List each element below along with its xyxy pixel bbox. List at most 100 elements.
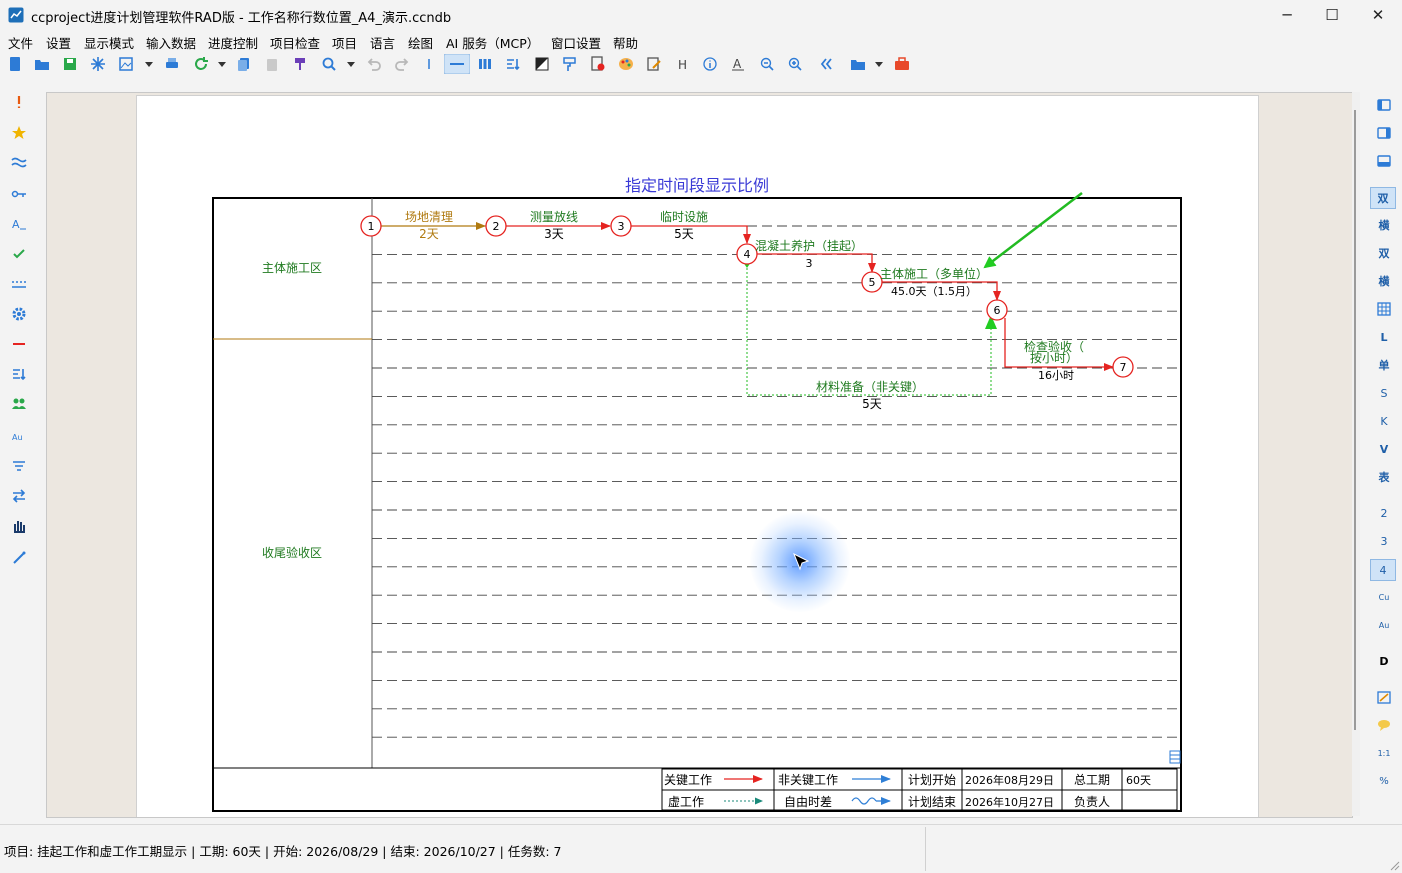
- percent-button[interactable]: %: [1376, 774, 1392, 790]
- text-a-icon[interactable]: A: [730, 56, 746, 72]
- users-icon[interactable]: [11, 396, 27, 412]
- new-file-icon[interactable]: [7, 56, 23, 72]
- zoom-out-icon[interactable]: [759, 56, 775, 72]
- horizontal-mode-green-button[interactable]: 横: [1376, 274, 1392, 290]
- double-mode-button[interactable]: 双: [1370, 187, 1396, 209]
- contrast-icon[interactable]: [534, 56, 550, 72]
- sort-list-icon[interactable]: [11, 366, 27, 382]
- toolbox-icon[interactable]: [894, 56, 910, 72]
- menu-input-data[interactable]: 输入数据: [146, 33, 196, 52]
- font-au-icon[interactable]: Au: [11, 428, 27, 444]
- info-icon[interactable]: [702, 56, 718, 72]
- dropdown-icon[interactable]: [145, 62, 153, 67]
- refresh-icon[interactable]: [193, 56, 209, 72]
- menu-settings[interactable]: 设置: [46, 33, 71, 52]
- d-button[interactable]: D: [1376, 654, 1392, 670]
- text-a-icon[interactable]: A: [11, 216, 27, 232]
- level-4-button[interactable]: 4: [1370, 559, 1396, 581]
- menu-help[interactable]: 帮助: [613, 33, 638, 52]
- document-settings-icon[interactable]: [590, 56, 606, 72]
- double-mode-green-button[interactable]: 双: [1376, 246, 1392, 262]
- paint-brush-icon[interactable]: [292, 56, 308, 72]
- panel-right-icon[interactable]: [1376, 126, 1392, 142]
- gear-icon[interactable]: [11, 306, 27, 322]
- exclamation-icon[interactable]: [11, 94, 27, 110]
- dropdown-icon[interactable]: [347, 62, 355, 67]
- columns-icon[interactable]: [477, 56, 493, 72]
- comment-icon[interactable]: [1376, 718, 1392, 734]
- node-7[interactable]: 7: [1112, 356, 1134, 378]
- horizontal-mode-button[interactable]: 横: [1376, 218, 1392, 234]
- menu-draw[interactable]: 绘图: [408, 33, 433, 52]
- cu-button[interactable]: Cu: [1376, 590, 1392, 606]
- menu-window-settings[interactable]: 窗口设置: [551, 33, 601, 52]
- l-button[interactable]: L: [1376, 330, 1392, 346]
- k-button[interactable]: K: [1376, 414, 1392, 430]
- swap-icon[interactable]: [11, 488, 27, 504]
- image-export-icon[interactable]: [118, 56, 134, 72]
- redo-icon[interactable]: [394, 56, 410, 72]
- menu-project[interactable]: 项目: [332, 33, 357, 52]
- format-painter-icon[interactable]: [562, 56, 578, 72]
- check-icon[interactable]: [11, 246, 27, 262]
- undo-icon[interactable]: [366, 56, 382, 72]
- line-mode-icon[interactable]: [444, 54, 470, 74]
- dropdown-icon[interactable]: [218, 62, 226, 67]
- node-3[interactable]: 3: [610, 215, 632, 237]
- calendar-icon[interactable]: [1376, 690, 1392, 706]
- resize-grip-icon[interactable]: [1388, 859, 1400, 871]
- paste-icon[interactable]: [264, 56, 280, 72]
- h-icon[interactable]: H: [674, 56, 690, 72]
- key-icon[interactable]: [11, 186, 27, 202]
- minimize-button[interactable]: ─: [1264, 0, 1310, 30]
- star-icon[interactable]: [11, 125, 27, 141]
- vertical-scrollbar[interactable]: [1352, 92, 1360, 816]
- menu-file[interactable]: 文件: [8, 33, 33, 52]
- dropdown-icon[interactable]: [875, 62, 883, 67]
- wave-icon[interactable]: [11, 154, 27, 170]
- dotted-line-icon[interactable]: [11, 276, 27, 292]
- menu-display-mode[interactable]: 显示模式: [84, 33, 134, 52]
- scrollbar-thumb[interactable]: [1354, 110, 1356, 730]
- palette-icon[interactable]: [618, 56, 634, 72]
- task-duration-curing: 3: [806, 257, 813, 270]
- copy-icon[interactable]: [236, 56, 252, 72]
- close-button[interactable]: ✕: [1355, 0, 1401, 30]
- open-folder-icon[interactable]: [34, 56, 50, 72]
- actual-size-button[interactable]: 1:1: [1376, 746, 1392, 762]
- hand-icon[interactable]: [11, 518, 27, 534]
- panel-left-icon[interactable]: [1376, 98, 1392, 114]
- minus-icon[interactable]: [11, 336, 27, 352]
- save-icon[interactable]: [62, 56, 78, 72]
- node-1[interactable]: 1: [360, 215, 382, 237]
- snowflake-icon[interactable]: [90, 56, 106, 72]
- panel-bottom-icon[interactable]: [1376, 154, 1392, 170]
- node-2[interactable]: 2: [485, 215, 507, 237]
- menu-progress-control[interactable]: 进度控制: [208, 33, 258, 52]
- menu-language[interactable]: 语言: [370, 33, 395, 52]
- level-2-button[interactable]: 2: [1376, 506, 1392, 522]
- v-button[interactable]: V: [1376, 442, 1392, 458]
- zoom-in-icon[interactable]: [787, 56, 803, 72]
- wand-icon[interactable]: [11, 550, 27, 566]
- cursor-icon[interactable]: [421, 56, 437, 72]
- table-button[interactable]: 表: [1376, 470, 1392, 486]
- folder-icon[interactable]: [850, 56, 866, 72]
- node-6[interactable]: 6: [986, 299, 1008, 321]
- drawing-canvas[interactable]: 指定时间段显示比例 主体施工区 收尾验收区 1 2 3 4 5 6 7 场地清理…: [46, 92, 1353, 818]
- filter-icon[interactable]: [11, 458, 27, 474]
- edit-icon[interactable]: [646, 56, 662, 72]
- collapse-icon[interactable]: [820, 56, 836, 72]
- single-button[interactable]: 单: [1376, 358, 1392, 374]
- maximize-button[interactable]: ☐: [1309, 0, 1355, 30]
- menu-ai-service[interactable]: AI 服务（MCP）: [446, 33, 539, 52]
- s-button[interactable]: S: [1376, 386, 1392, 402]
- table-grid-icon[interactable]: [1376, 302, 1392, 318]
- level-3-button[interactable]: 3: [1376, 534, 1392, 550]
- sort-icon[interactable]: [505, 56, 521, 72]
- au-button[interactable]: Au: [1376, 618, 1392, 634]
- table-grid-icon[interactable]: [1169, 750, 1181, 764]
- print-icon[interactable]: [164, 56, 180, 72]
- search-icon[interactable]: [321, 56, 337, 72]
- menu-project-check[interactable]: 项目检查: [270, 33, 320, 52]
